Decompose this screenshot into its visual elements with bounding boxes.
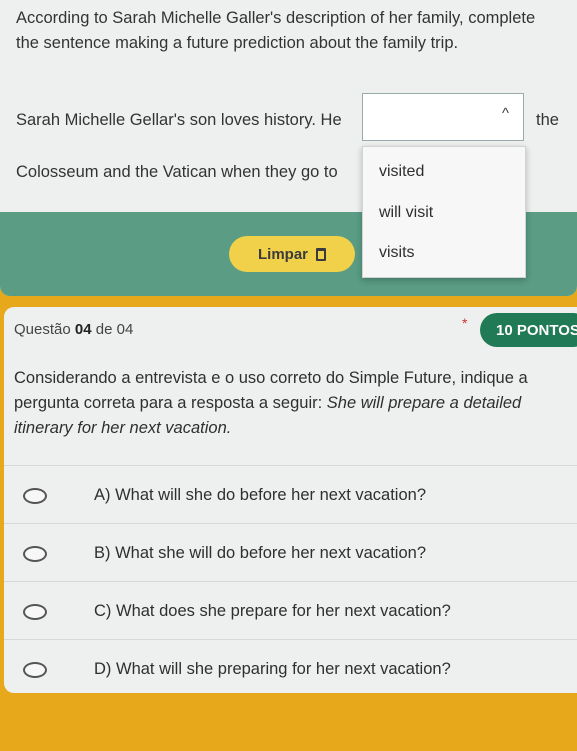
answer-label: D) What will she preparing for her next … <box>94 660 451 678</box>
question-prompt: According to Sarah Michelle Galler's des… <box>16 9 536 52</box>
answer-option-d[interactable]: D) What will she preparing for her next … <box>4 639 577 693</box>
answer-label: C) What does she prepare for her next va… <box>94 602 451 620</box>
answer-label: B) What she will do before her next vaca… <box>94 544 427 562</box>
clear-button[interactable]: Limpar <box>229 236 355 272</box>
dropdown-option-will-visit[interactable]: will visit <box>379 204 433 222</box>
sentence-part-2: the <box>536 111 559 129</box>
question-number: Questão 04 de 04 <box>14 321 133 338</box>
radio-button[interactable] <box>23 488 47 504</box>
points-badge: 10 PONTOS <box>480 313 577 347</box>
required-mark: * <box>462 315 468 331</box>
radio-button[interactable] <box>23 546 47 562</box>
clear-button-label: Limpar <box>257 245 308 263</box>
dropdown-menu: visited will visit visits <box>362 146 526 278</box>
sentence-part-1: Sarah Michelle Gellar's son loves histor… <box>16 111 342 129</box>
answer-label: A) What will she do before her next vaca… <box>94 486 427 504</box>
dropdown-option-visits[interactable]: visits <box>379 244 415 262</box>
chevron-up-icon: ^ <box>501 105 509 122</box>
answer-option-c[interactable]: C) What does she prepare for her next va… <box>4 581 577 640</box>
dropdown-option-visited[interactable]: visited <box>379 163 424 181</box>
question-number-value: 04 <box>74 321 92 338</box>
question-3-card: According to Sarah Michelle Galler's des… <box>0 0 577 296</box>
question-total: de 04 <box>95 321 134 338</box>
sentence-part-3: Colosseum and the Vatican when they go t… <box>16 163 338 181</box>
answer-dropdown[interactable]: ^ <box>362 93 524 141</box>
question-4-card: Questão 04 de 04 * 10 PONTOS Considerand… <box>4 307 577 693</box>
question-text: Considerando a entrevista e o uso corret… <box>14 366 569 441</box>
trash-icon <box>316 247 326 261</box>
radio-button[interactable] <box>23 604 47 620</box>
radio-button[interactable] <box>23 662 47 678</box>
answer-option-b[interactable]: B) What she will do before her next vaca… <box>4 523 577 582</box>
question-prefix: Questão <box>14 321 71 338</box>
answer-option-a[interactable]: A) What will she do before her next vaca… <box>4 465 577 524</box>
